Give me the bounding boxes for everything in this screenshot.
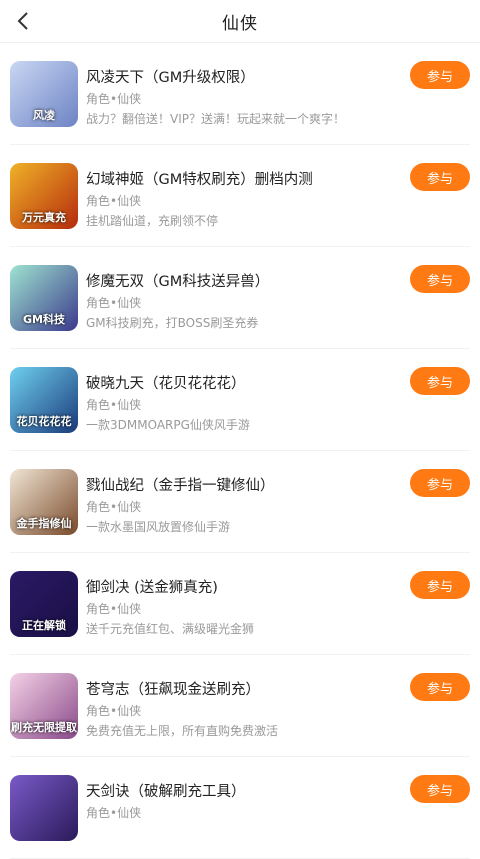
join-button[interactable]: 参与 — [410, 61, 470, 89]
game-icon-caption: GM科技 — [23, 313, 65, 326]
game-category: 角色•仙侠 — [86, 500, 142, 514]
game-icon[interactable]: 万元真充 — [10, 163, 78, 229]
game-name[interactable]: 修魔无双（GM科技送异兽） — [86, 270, 269, 291]
page-title: 仙侠 — [222, 13, 258, 34]
game-list-item[interactable]: 刷充无限提取 苍穹志（狂飙现金送刷充） 角色•仙侠免费充值无上限，所有直购免费激活 参… — [10, 655, 470, 757]
game-name[interactable]: 御剑决 (送金狮真充) — [86, 576, 218, 597]
game-category: 角色•仙侠 — [86, 398, 142, 412]
game-icon[interactable]: GM科技 — [10, 265, 78, 331]
game-description: 一款水墨国风放置修仙手游 — [86, 520, 231, 534]
join-button[interactable]: 参与 — [410, 367, 470, 395]
game-icon[interactable]: 金手指修仙 — [10, 469, 78, 535]
game-name[interactable]: 风凌天下（GM升级权限） — [86, 66, 255, 87]
game-list-item[interactable]: 正在解锁 御剑决 (送金狮真充) 角色•仙侠送千元充值红包、满级曜光金狮 参与 — [10, 553, 470, 655]
join-button[interactable]: 参与 — [410, 469, 470, 497]
game-icon-caption: 花贝花花花 — [16, 415, 72, 428]
join-button[interactable]: 参与 — [410, 673, 470, 701]
game-icon-caption: 风凌 — [33, 109, 55, 122]
game-category: 角色•仙侠 — [86, 602, 142, 616]
join-button[interactable]: 参与 — [410, 571, 470, 599]
join-button[interactable]: 参与 — [410, 775, 470, 803]
game-list-item[interactable]: 风凌 风凌天下（GM升级权限） 角色•仙侠战力？翻倍送！VIP？送满！玩起来就一个爽… — [10, 43, 470, 145]
game-description: 一款3DMMOARPG仙侠风手游 — [86, 418, 250, 432]
game-name[interactable]: 破晓九天（花贝花花花） — [86, 372, 246, 393]
game-icon[interactable]: 刷充无限提取 — [10, 673, 78, 739]
game-icon-caption: 刷充无限提取 — [11, 721, 77, 734]
game-list-item[interactable]: 万元真充 幻域神姬（GM特权刷充）删档内测角色•仙侠挂机踏仙道，充刷领不停 参与 — [10, 145, 470, 247]
game-icon[interactable] — [10, 775, 78, 841]
game-name[interactable]: 苍穹志（狂飙现金送刷充） — [86, 678, 260, 699]
game-name[interactable]: 戮仙战纪（金手指一键修仙） — [86, 474, 275, 495]
game-description: 战力？翻倍送！VIP？送满！玩起来就一个爽字！ — [86, 112, 345, 126]
game-list-item[interactable]: GM科技 修魔无双（GM科技送异兽） 角色•仙侠 GM科技刷充，打BOSS刷圣充券 参与 — [10, 247, 470, 349]
game-icon-caption: 万元真充 — [22, 211, 66, 224]
game-list-item[interactable]: 金手指修仙 戮仙战纪（金手指一键修仙） 角色•仙侠一款水墨国风放置修仙手游 参与 — [10, 451, 470, 553]
game-description: 挂机踏仙道，充刷领不停 — [86, 214, 219, 228]
game-list-item[interactable]: 花贝花花花 破晓九天（花贝花花花） 角色•仙侠一款3DMMOARPG仙侠风手游 参与 — [10, 349, 470, 451]
game-description: GM科技刷充，打BOSS刷圣充券 — [86, 316, 259, 330]
join-button[interactable]: 参与 — [410, 265, 470, 293]
game-list: 风凌 风凌天下（GM升级权限） 角色•仙侠 战力？翻倍送！VIP？送满！玩起来就一个爽… — [0, 43, 480, 859]
game-category: 角色•仙侠 — [86, 92, 142, 106]
game-name[interactable]: 幻域神姬（GM特权刷充）删档内测 — [86, 168, 313, 189]
game-description: 免费充值无上限，所有直购免费激活 — [86, 724, 279, 738]
game-category: 角色•仙侠 — [86, 806, 142, 820]
game-category: 角色•仙侠 — [86, 704, 142, 718]
game-category: 角色•仙侠 — [86, 194, 142, 208]
game-list-item[interactable]: 天剑诀（破解刷充工具） 角色•仙侠 参与 — [10, 757, 470, 859]
header-bar: 仙侠 — [0, 0, 480, 43]
game-icon[interactable]: 花贝花花花 — [10, 367, 78, 433]
game-icon[interactable]: 正在解锁 — [10, 571, 78, 637]
game-description: 送千元充值红包、满级曜光金狮 — [86, 622, 255, 636]
game-name[interactable]: 天剑诀（破解刷充工具） — [86, 780, 246, 801]
chevron-left-icon — [17, 12, 28, 30]
join-button[interactable]: 参与 — [410, 163, 470, 191]
game-icon-caption: 金手指修仙 — [16, 517, 72, 530]
game-icon-caption: 正在解锁 — [22, 619, 66, 632]
game-category: 角色•仙侠 — [86, 296, 142, 310]
back-button[interactable] — [8, 6, 38, 36]
game-icon[interactable]: 风凌 — [10, 61, 78, 127]
